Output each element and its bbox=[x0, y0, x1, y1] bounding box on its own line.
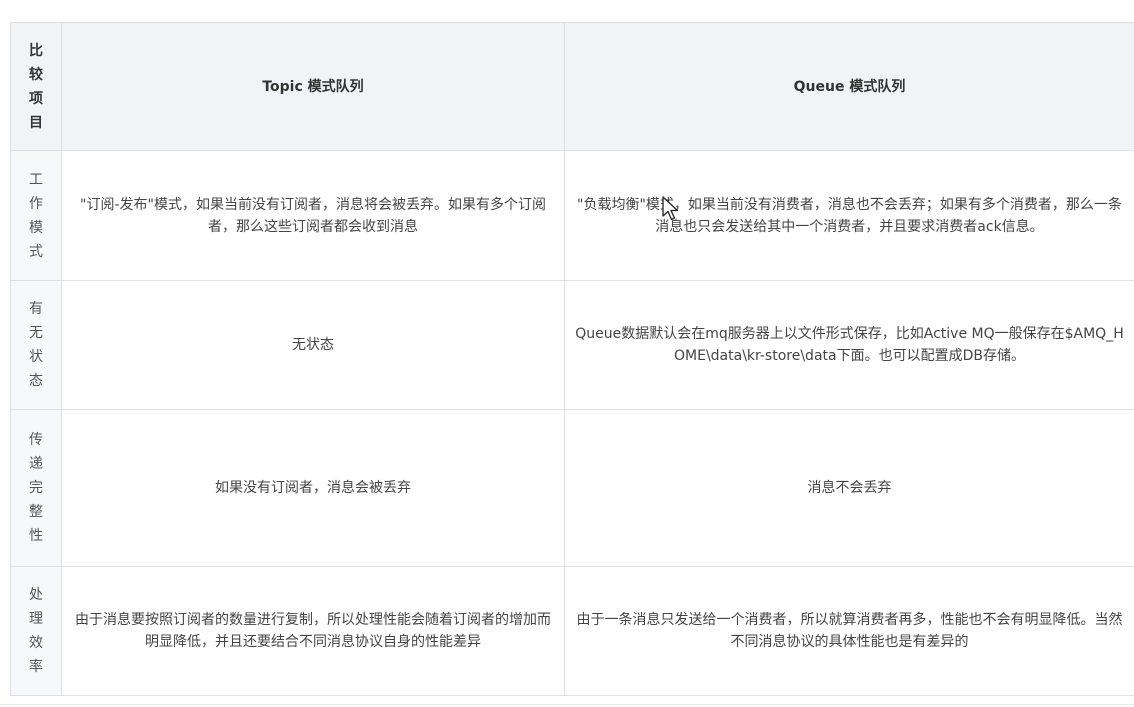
queue-cell: 由于一条消息只发送给一个消费者，所以就算消费者再多，性能也不会有明显降低。当然不… bbox=[564, 566, 1134, 696]
queue-cell: "负载均衡"模式，如果当前没有消费者，消息也不会丢弃；如果有多个消费者，那么一条… bbox=[564, 150, 1134, 281]
table-row: 处理效率 由于消息要按照订阅者的数量进行复制，所以处理性能会随着订阅者的增加而明… bbox=[10, 566, 1134, 696]
comparison-table: 比较项目 Topic 模式队列 Queue 模式队列 工作模式 "订阅-发布"模… bbox=[10, 22, 1134, 696]
row-label-cell: 处理效率 bbox=[10, 566, 62, 696]
topic-cell: "订阅-发布"模式，如果当前没有订阅者，消息将会被丢弃。如果有多个订阅者，那么这… bbox=[61, 150, 565, 281]
row-label-cell: 工作模式 bbox=[10, 150, 62, 281]
page: 比较项目 Topic 模式队列 Queue 模式队列 工作模式 "订阅-发布"模… bbox=[0, 0, 1134, 707]
queue-cell: 消息不会丢弃 bbox=[564, 409, 1134, 567]
header-item-label: 比较项目 bbox=[29, 42, 43, 131]
table-row: 传递完整性 如果没有订阅者，消息会被丢弃 消息不会丢弃 bbox=[10, 409, 1134, 567]
divider bbox=[0, 704, 1134, 705]
queue-cell: Queue数据默认会在mq服务器上以文件形式保存，比如Active MQ一般保存… bbox=[564, 280, 1134, 410]
header-topic: Topic 模式队列 bbox=[61, 22, 565, 151]
row-label: 传递完整性 bbox=[29, 432, 43, 544]
row-label-cell: 传递完整性 bbox=[10, 409, 62, 567]
row-label: 处理效率 bbox=[29, 587, 43, 675]
topic-cell: 由于消息要按照订阅者的数量进行复制，所以处理性能会随着订阅者的增加而明显降低，并… bbox=[61, 566, 565, 696]
mouse-pointer-icon bbox=[662, 196, 679, 221]
topic-cell: 无状态 bbox=[61, 280, 565, 410]
table-row: 工作模式 "订阅-发布"模式，如果当前没有订阅者，消息将会被丢弃。如果有多个订阅… bbox=[10, 150, 1134, 281]
table-header-row: 比较项目 Topic 模式队列 Queue 模式队列 bbox=[10, 22, 1134, 151]
header-queue: Queue 模式队列 bbox=[564, 22, 1134, 151]
topic-cell: 如果没有订阅者，消息会被丢弃 bbox=[61, 409, 565, 567]
row-label-cell: 有无状态 bbox=[10, 280, 62, 410]
table-row: 有无状态 无状态 Queue数据默认会在mq服务器上以文件形式保存，比如Acti… bbox=[10, 280, 1134, 410]
row-label: 有无状态 bbox=[29, 301, 43, 389]
row-label: 工作模式 bbox=[29, 171, 43, 260]
header-item: 比较项目 bbox=[10, 22, 62, 151]
